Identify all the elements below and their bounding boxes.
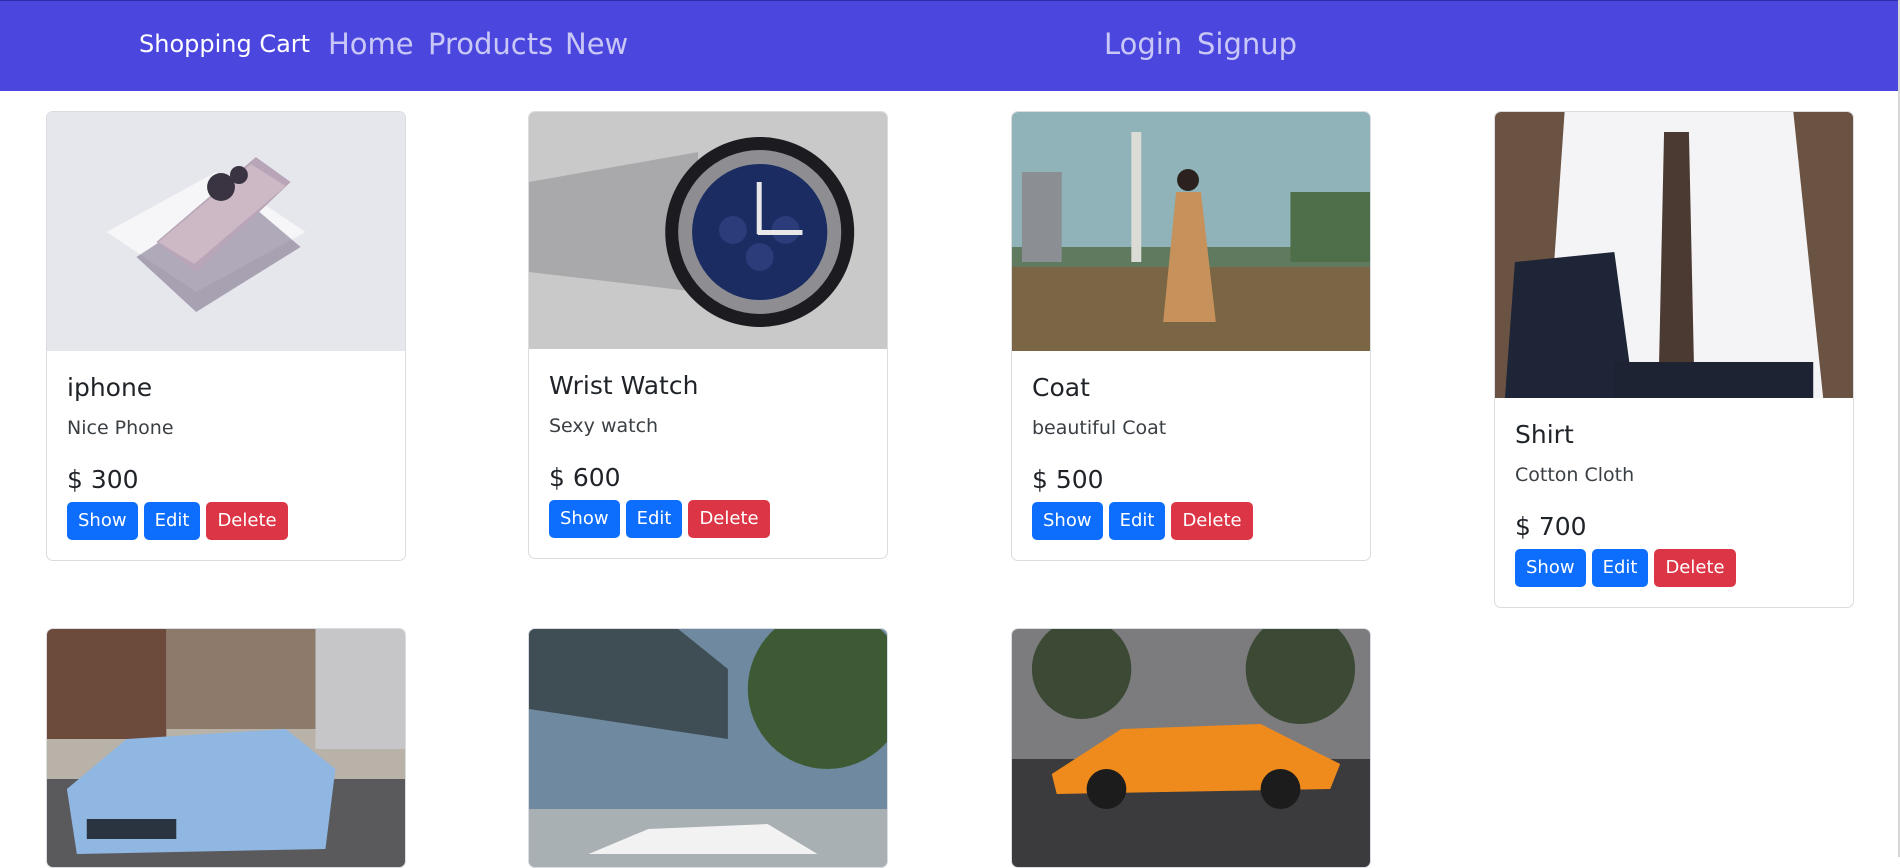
- delete-button[interactable]: Delete: [206, 502, 288, 540]
- product-card-wrist-watch: Wrist Watch Sexy watch $ 600 Show Edit D…: [528, 111, 888, 559]
- product-card-white-car: [528, 628, 888, 868]
- edit-button[interactable]: Edit: [1591, 549, 1649, 587]
- product-price: $ 600: [549, 463, 621, 492]
- edit-button[interactable]: Edit: [1108, 502, 1166, 540]
- delete-button[interactable]: Delete: [688, 500, 770, 538]
- product-card-blue-car: [46, 628, 406, 868]
- product-description: Cotton Cloth: [1515, 464, 1635, 486]
- product-card-shirt: Shirt Cotton Cloth $ 700 Show Edit Delet…: [1494, 111, 1854, 608]
- show-button[interactable]: Show: [549, 500, 620, 538]
- nav-home[interactable]: Home: [328, 27, 414, 61]
- product-description: beautiful Coat: [1032, 417, 1167, 439]
- product-image-shirt[interactable]: [1495, 112, 1853, 398]
- nav-login[interactable]: Login: [1104, 27, 1182, 61]
- brand-link[interactable]: Shopping Cart: [139, 30, 310, 58]
- product-image-white-car[interactable]: [529, 629, 887, 867]
- navbar: Shopping Cart Home Products New Login Si…: [0, 0, 1900, 91]
- product-image-coat[interactable]: [1012, 112, 1370, 351]
- product-title: Wrist Watch: [549, 371, 699, 400]
- product-image-iphone[interactable]: [47, 112, 405, 351]
- delete-button[interactable]: Delete: [1171, 502, 1253, 540]
- product-description: Nice Phone: [67, 417, 174, 439]
- product-title: Shirt: [1515, 420, 1574, 449]
- nav-signup[interactable]: Signup: [1197, 27, 1297, 61]
- show-button[interactable]: Show: [1032, 502, 1103, 540]
- edit-button[interactable]: Edit: [625, 500, 683, 538]
- nav-new[interactable]: New: [565, 27, 628, 61]
- product-image-blue-car[interactable]: [47, 629, 405, 867]
- product-title: iphone: [67, 373, 153, 402]
- show-button[interactable]: Show: [67, 502, 138, 540]
- product-image-wrist-watch[interactable]: [529, 112, 887, 349]
- product-image-orange-car[interactable]: [1012, 629, 1370, 867]
- show-button[interactable]: Show: [1515, 549, 1586, 587]
- product-price: $ 300: [67, 465, 139, 494]
- delete-button[interactable]: Delete: [1654, 549, 1736, 587]
- product-price: $ 500: [1032, 465, 1104, 494]
- product-title: Coat: [1032, 373, 1090, 402]
- nav-products[interactable]: Products: [428, 27, 553, 61]
- product-price: $ 700: [1515, 512, 1587, 541]
- edit-button[interactable]: Edit: [143, 502, 201, 540]
- product-card-orange-car: [1011, 628, 1371, 868]
- product-card-iphone: iphone Nice Phone $ 300 Show Edit Delete: [46, 111, 406, 561]
- product-description: Sexy watch: [549, 415, 659, 437]
- product-card-coat: Coat beautiful Coat $ 500 Show Edit Dele…: [1011, 111, 1371, 561]
